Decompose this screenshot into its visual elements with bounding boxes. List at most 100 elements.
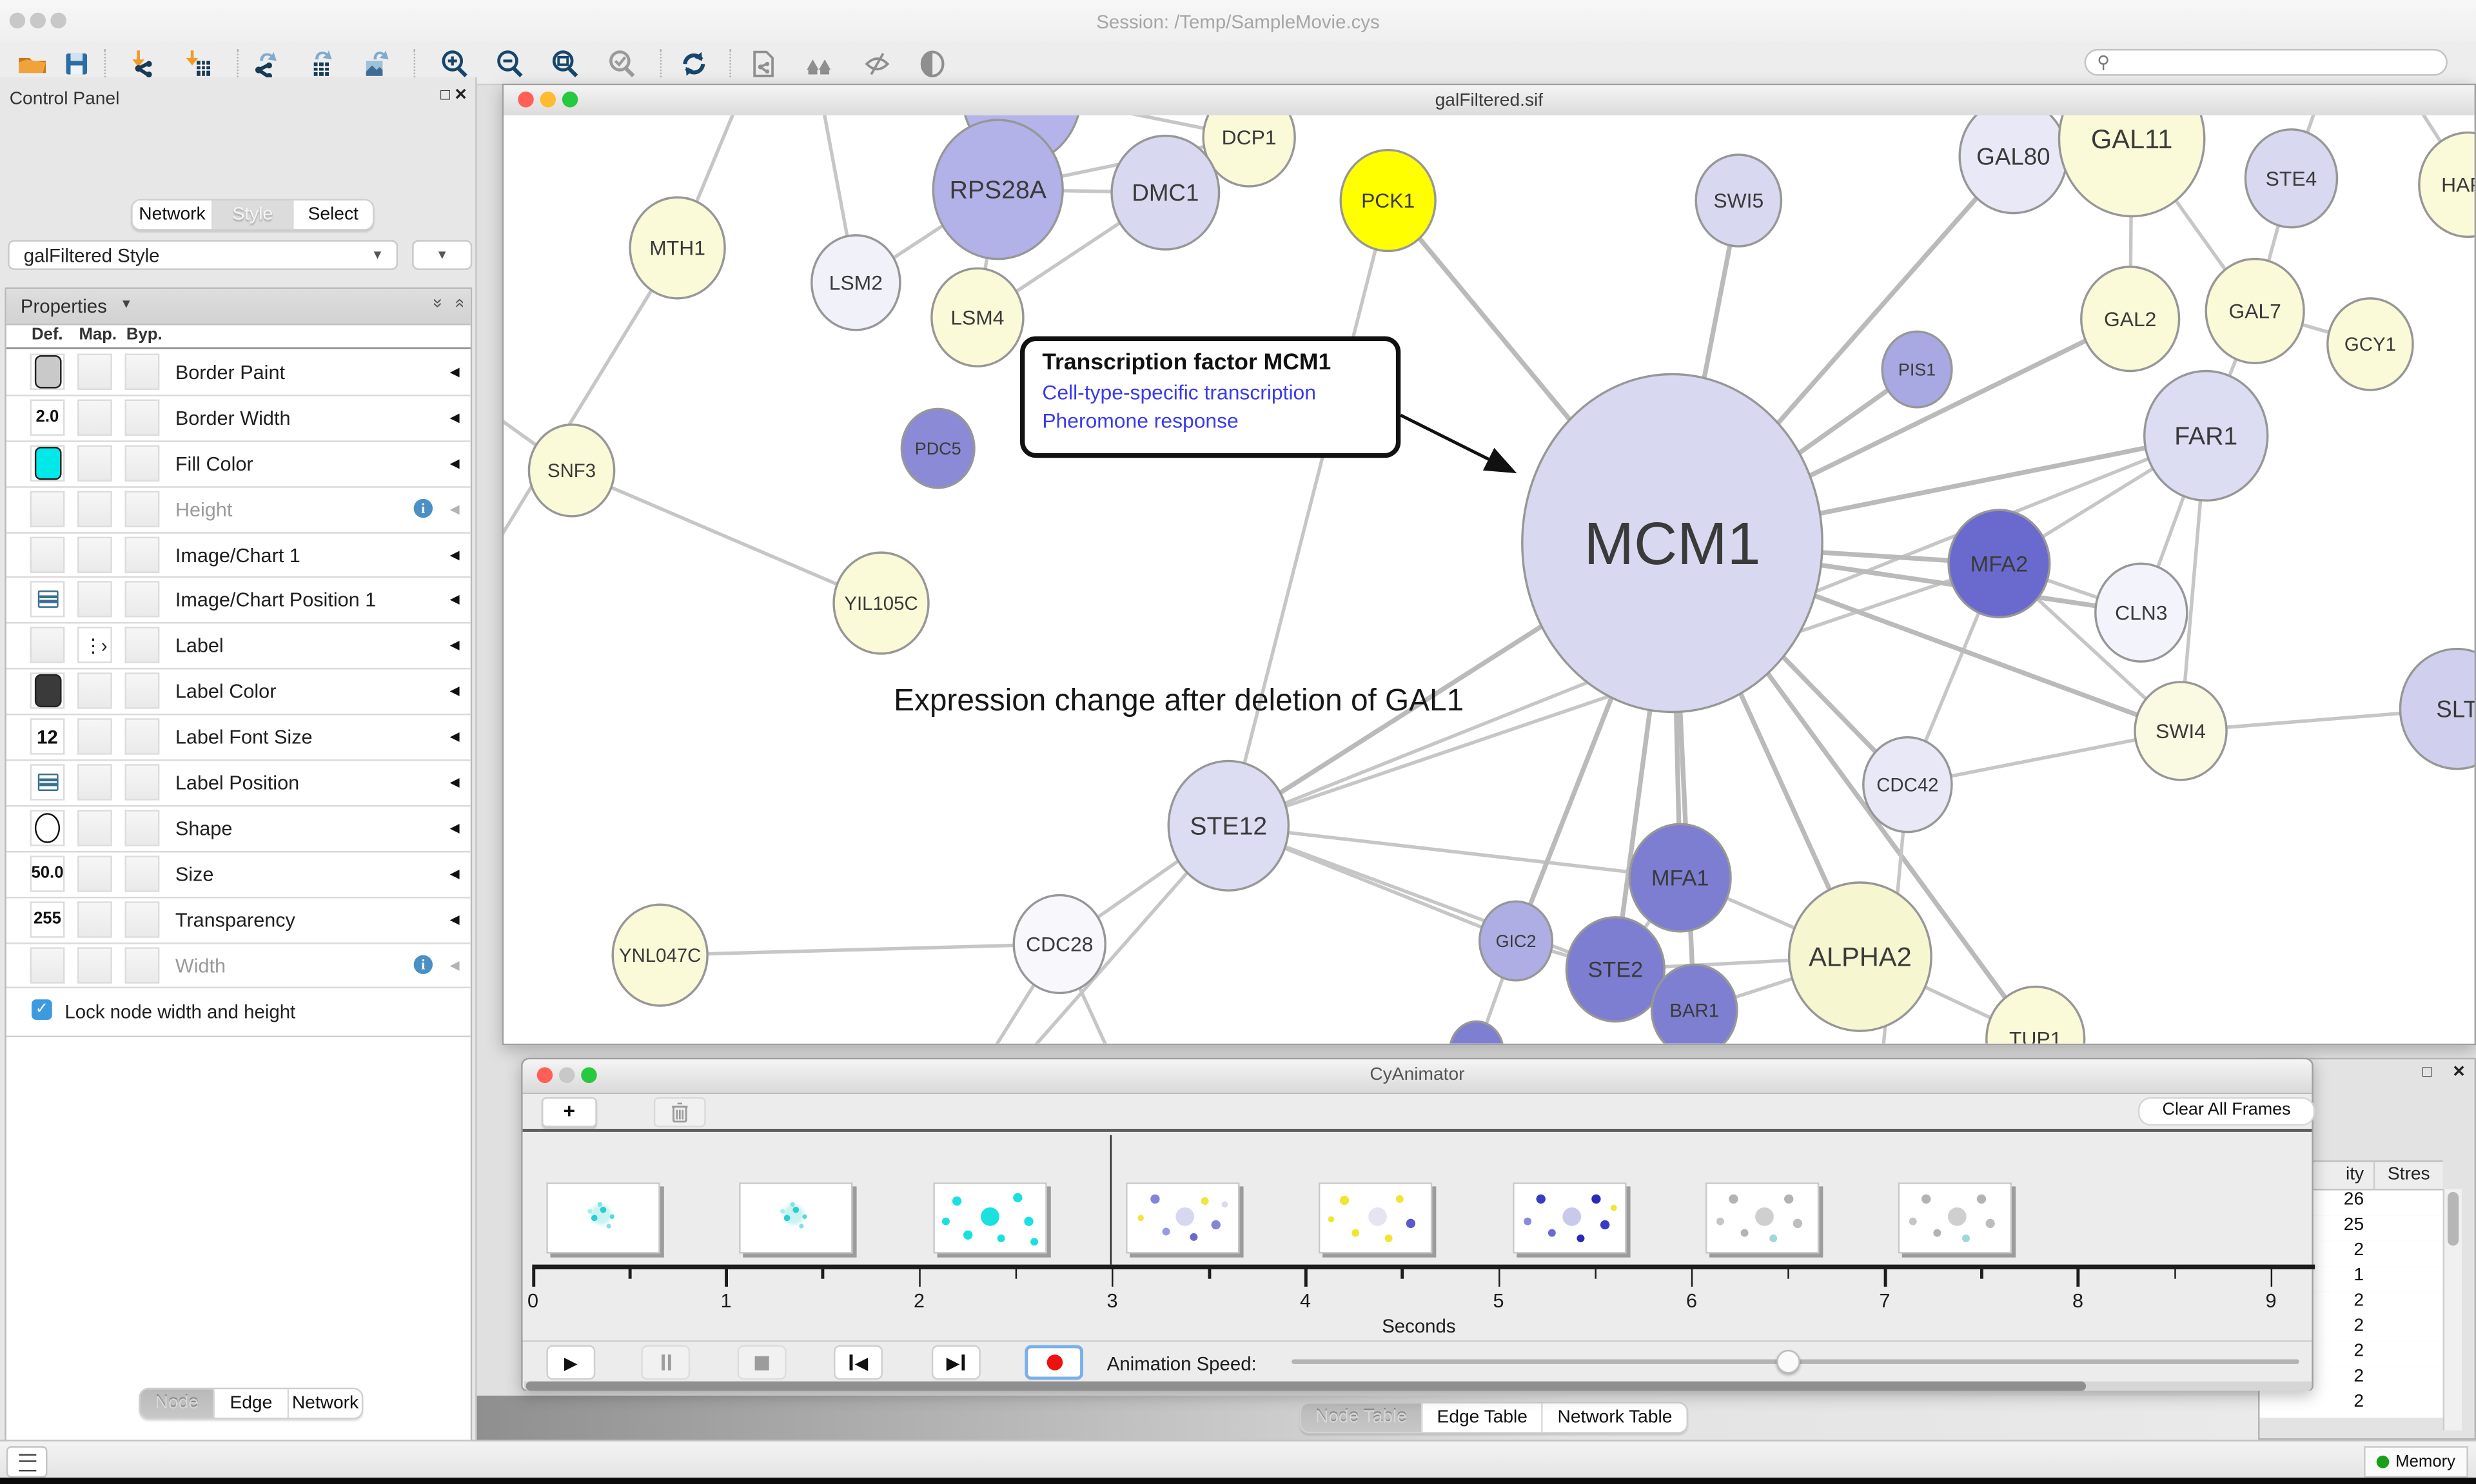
properties-header[interactable]: Properties ▼ » «	[6, 289, 471, 325]
float-panel-icon[interactable]: □	[2422, 1064, 2432, 1082]
bypass-cell[interactable]	[124, 581, 159, 618]
expand-property-icon[interactable]: ◀	[450, 957, 460, 971]
expand-property-icon[interactable]: ◀	[450, 365, 460, 379]
property-row[interactable]: Image/Chart 1◀	[6, 533, 471, 579]
float-panel-icon[interactable]: □	[440, 88, 450, 104]
network-node-gal80[interactable]: GAL80	[1960, 115, 2067, 213]
timeline-frame-2[interactable]	[932, 1182, 1046, 1253]
column-header[interactable]: Stres	[2375, 1162, 2442, 1189]
network-node-cdc42[interactable]: CDC42	[1863, 737, 1952, 832]
mapping-cell[interactable]: ⋮›	[77, 627, 112, 663]
network-node-pck1[interactable]: PCK1	[1341, 150, 1435, 251]
pause-button[interactable]	[641, 1345, 690, 1380]
mapping-cell[interactable]	[77, 581, 112, 618]
slider-thumb[interactable]	[1776, 1350, 1800, 1374]
bypass-cell[interactable]	[124, 627, 159, 663]
zoom-selected-icon[interactable]	[605, 47, 636, 79]
bypass-cell[interactable]	[124, 719, 159, 755]
network-node-mth1[interactable]: MTH1	[630, 197, 725, 298]
network-node-lsm2[interactable]: LSM2	[812, 235, 900, 330]
lock-size-row[interactable]: ✓Lock node width and height	[6, 989, 471, 1038]
info-icon[interactable]: i	[414, 955, 433, 973]
property-row[interactable]: Heighti◀	[6, 487, 471, 533]
expand-property-icon[interactable]: ◀	[450, 638, 460, 652]
timeline-frame-5[interactable]	[1512, 1182, 1626, 1253]
annotation-link[interactable]: Cell-type-specific transcription	[1042, 380, 1396, 404]
network-node-cdc28[interactable]: CDC28	[1014, 895, 1105, 993]
show-graphics-icon[interactable]	[916, 47, 947, 79]
hide-graphics-icon[interactable]	[861, 47, 892, 79]
timeline-frame-0[interactable]	[546, 1182, 660, 1253]
close-panel-icon[interactable]: ✕	[2452, 1064, 2466, 1082]
import-network-icon[interactable]	[126, 47, 158, 79]
bypass-cell[interactable]	[124, 354, 159, 390]
network-node-ste4[interactable]: STE4	[2245, 130, 2337, 228]
bypass-cell[interactable]	[124, 673, 159, 709]
expand-property-icon[interactable]: ◀	[450, 866, 460, 881]
expand-property-icon[interactable]: ◀	[450, 547, 460, 561]
network-node-lsm4[interactable]: LSM4	[932, 268, 1023, 366]
bypass-cell[interactable]	[124, 946, 159, 982]
network-node-swi5[interactable]: SWI5	[1696, 155, 1781, 246]
play-button[interactable]: ▶	[546, 1345, 595, 1380]
mapping-cell[interactable]	[77, 445, 112, 481]
network-node-gcy1[interactable]: GCY1	[2328, 298, 2413, 390]
default-value-cell[interactable]: 50.0	[30, 855, 65, 892]
search-input[interactable]	[2116, 52, 2446, 73]
task-history-button[interactable]	[6, 1446, 48, 1478]
mapping-cell[interactable]	[77, 901, 112, 937]
mapping-cell[interactable]	[77, 354, 112, 390]
property-row[interactable]: ⋮›Label◀	[6, 624, 471, 670]
tab-network-bottom[interactable]: Network	[289, 1389, 362, 1418]
bypass-cell[interactable]	[124, 764, 159, 800]
timeline-playhead[interactable]	[1110, 1135, 1112, 1265]
bypass-cell[interactable]	[124, 445, 159, 481]
mapping-cell[interactable]	[77, 764, 112, 800]
expand-all-icon[interactable]: »	[428, 298, 447, 308]
bypass-cell[interactable]	[124, 901, 159, 937]
import-table-icon[interactable]	[182, 47, 213, 79]
style-options-button[interactable]: ▼	[412, 240, 472, 270]
tab-node[interactable]: Node	[141, 1389, 215, 1418]
mapping-cell[interactable]	[77, 810, 112, 846]
tab-edge[interactable]: Edge	[215, 1389, 289, 1418]
property-row[interactable]: Label Color◀	[6, 670, 471, 716]
network-canvas[interactable]: DCP1RPS28ADMC1PCK1SWI5GAL80GAL11STE4HAP2…	[504, 115, 2474, 1044]
default-value-cell[interactable]	[30, 536, 65, 572]
refresh-icon[interactable]	[678, 47, 709, 79]
network-node-ste2[interactable]: STE2	[1566, 917, 1664, 1022]
property-row[interactable]: Fill Color◀	[6, 442, 471, 487]
network-edge[interactable]	[1228, 200, 1388, 826]
export-table-icon[interactable]	[305, 47, 337, 79]
network-node-pdc5[interactable]: PDC5	[901, 409, 974, 487]
network-node-gic2[interactable]: GIC2	[1480, 901, 1553, 980]
timeline-frame-4[interactable]	[1319, 1182, 1432, 1253]
property-row[interactable]: Label Position◀	[6, 761, 471, 806]
table-scrollbar[interactable]	[2443, 1189, 2462, 1430]
property-row[interactable]: Image/Chart Position 1◀	[6, 578, 471, 624]
default-value-cell[interactable]	[30, 445, 65, 481]
network-node-mfa1[interactable]: MFA1	[1629, 824, 1731, 932]
network-node-bar1[interactable]: BAR1	[1652, 964, 1737, 1043]
zoom-in-icon[interactable]	[437, 47, 469, 79]
tab-node-table[interactable]: Node Table	[1301, 1403, 1423, 1432]
mapping-cell[interactable]	[77, 399, 112, 435]
skip-to-end-button[interactable]: ▶	[932, 1345, 981, 1380]
expand-property-icon[interactable]: ◀	[450, 410, 460, 424]
close-panel-icon[interactable]: ✕	[454, 88, 467, 104]
bypass-cell[interactable]	[124, 536, 159, 572]
network-node-mcm1[interactable]: MCM1	[1522, 374, 1822, 712]
tab-style[interactable]: Style	[213, 200, 294, 229]
zoom-fit-icon[interactable]	[548, 47, 580, 79]
expand-property-icon[interactable]: ◀	[450, 775, 460, 789]
delete-frame-button[interactable]	[654, 1097, 706, 1128]
memory-button[interactable]: Memory	[2364, 1446, 2468, 1478]
default-value-cell[interactable]	[30, 764, 65, 800]
expand-property-icon[interactable]: ◀	[450, 912, 460, 926]
export-image-icon[interactable]	[360, 47, 391, 79]
network-node-rps28a[interactable]: RPS28A	[933, 120, 1063, 259]
expand-property-icon[interactable]: ◀	[450, 821, 460, 835]
binoculars-icon[interactable]	[802, 47, 834, 79]
network-document-icon[interactable]	[747, 47, 778, 79]
expand-property-icon[interactable]: ◀	[450, 730, 460, 744]
